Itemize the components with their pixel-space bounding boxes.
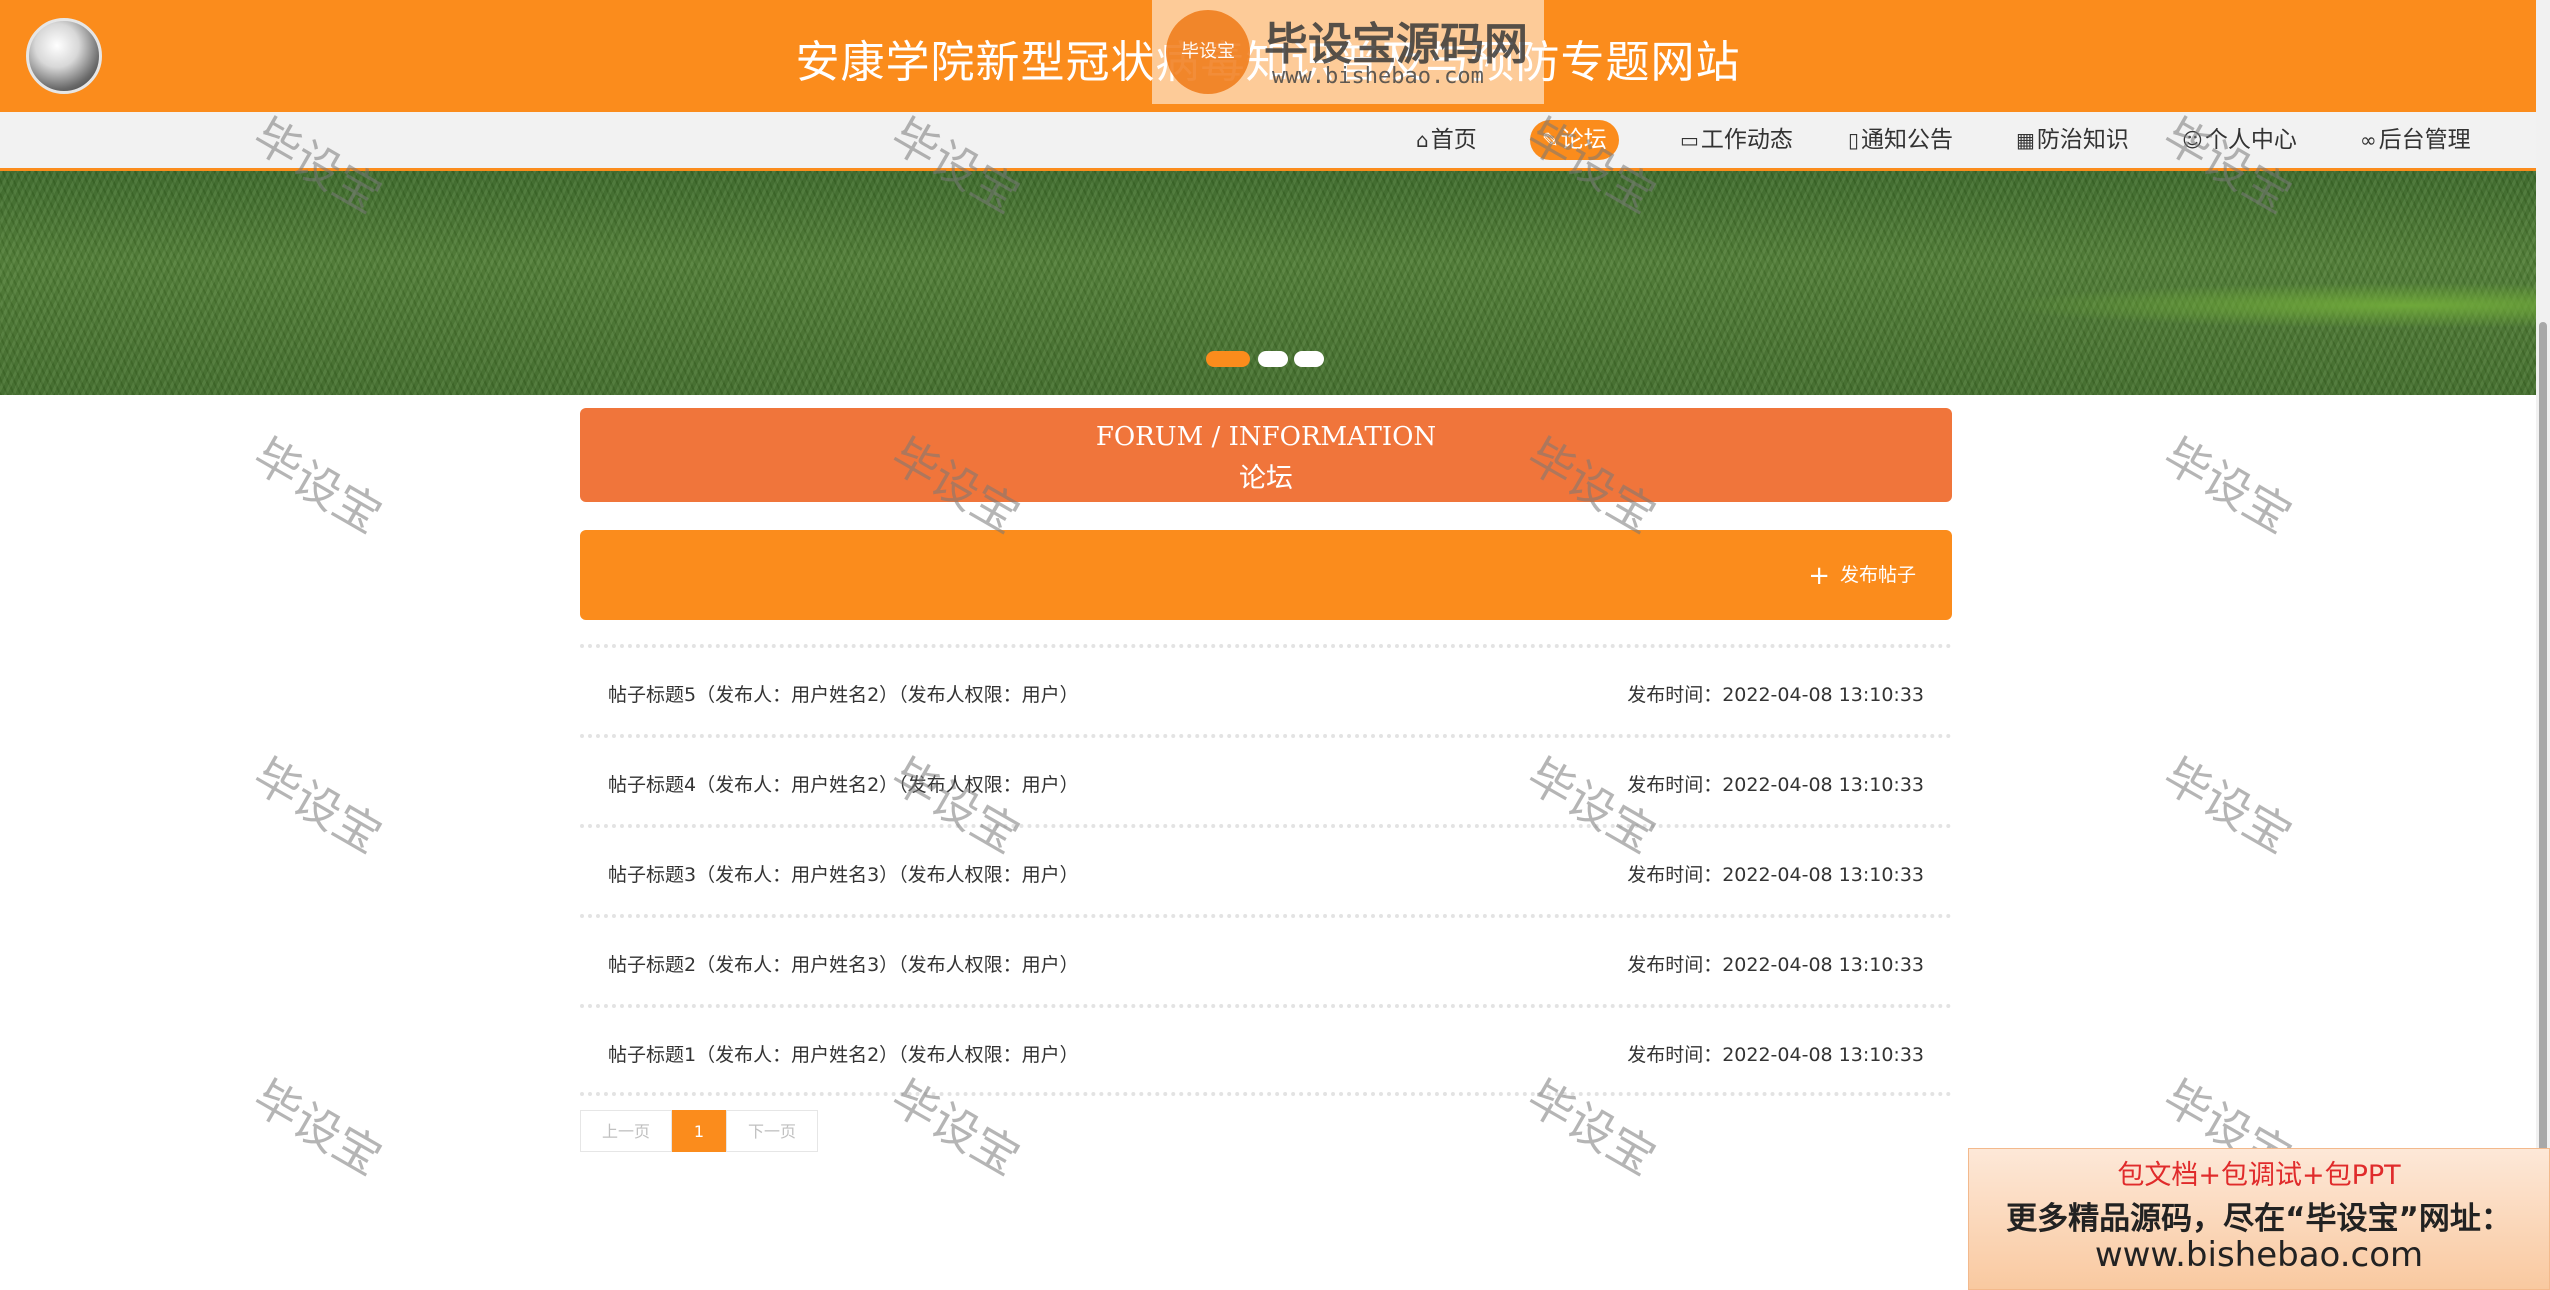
watermark-text: 毕设宝 bbox=[244, 747, 391, 864]
nav-item-admin[interactable]: ∞后台管理 bbox=[2348, 120, 2483, 160]
forum-icon: ✎ bbox=[1542, 128, 1559, 152]
nav-item-label: 个人中心 bbox=[2204, 127, 2297, 153]
post-time: 发布时间：2022-04-08 13:10:33 bbox=[1627, 774, 1924, 796]
post-time: 发布时间：2022-04-08 13:10:33 bbox=[1627, 954, 1924, 976]
publish-post-button[interactable]: + 发布帖子 bbox=[1808, 560, 1916, 591]
watermark-logo: 毕设宝 毕设宝源码网 www.bishebao.com bbox=[1152, 0, 1544, 104]
post-time: 发布时间：2022-04-08 13:10:33 bbox=[1627, 1044, 1924, 1066]
nav-item-profile[interactable]: ☺个人中心 bbox=[2170, 120, 2309, 160]
post-title[interactable]: 帖子标题3（发布人：用户姓名3）（发布人权限：用户） bbox=[608, 860, 1079, 887]
watermark-brand: 毕设宝源码网 bbox=[1264, 19, 1528, 70]
carousel-dot-1[interactable] bbox=[1206, 351, 1250, 367]
site-header: 安康学院新型冠状病毒知识普及与预防专题网站 毕设宝 毕设宝源码网 www.bis… bbox=[0, 0, 2536, 112]
post-list-item[interactable]: 帖子标题5（发布人：用户姓名2）（发布人权限：用户） 发布时间：2022-04-… bbox=[580, 644, 1952, 732]
nav-item-home[interactable]: ⌂首页 bbox=[1404, 120, 1489, 160]
home-icon: ⌂ bbox=[1416, 128, 1429, 152]
watermark-text: 毕设宝 bbox=[244, 427, 391, 544]
watermark-text: 毕设宝 bbox=[2154, 747, 2301, 864]
post-title[interactable]: 帖子标题4（发布人：用户姓名2）（发布人权限：用户） bbox=[608, 770, 1079, 797]
post-title[interactable]: 帖子标题1（发布人：用户姓名2）（发布人权限：用户） bbox=[608, 1040, 1079, 1067]
banner-carousel bbox=[0, 171, 2536, 395]
page-scrollbar[interactable] bbox=[2536, 0, 2550, 1290]
post-title[interactable]: 帖子标题2（发布人：用户姓名3）（发布人权限：用户） bbox=[608, 950, 1079, 977]
post-list-item[interactable]: 帖子标题3（发布人：用户姓名3）（发布人权限：用户） 发布时间：2022-04-… bbox=[580, 824, 1952, 912]
nav-item-forum[interactable]: ✎论坛 bbox=[1530, 120, 1619, 160]
link-icon: ∞ bbox=[2360, 128, 2377, 152]
main-nav: ⌂首页 ✎论坛 ▭工作动态 ▯通知公告 ▦防治知识 ☺个人中心 ∞后台管理 bbox=[0, 112, 2536, 171]
nav-item-prevention[interactable]: ▦防治知识 bbox=[2004, 120, 2141, 160]
watermark-url: www.bishebao.com bbox=[1272, 64, 1484, 89]
book-icon: ▭ bbox=[1680, 128, 1699, 152]
next-page-button[interactable]: 下一页 bbox=[726, 1110, 818, 1152]
post-time: 发布时间：2022-04-08 13:10:33 bbox=[1627, 684, 1924, 706]
scrollbar-thumb[interactable] bbox=[2539, 322, 2547, 1152]
carousel-dot-3[interactable] bbox=[1294, 351, 1324, 367]
plus-icon: + bbox=[1808, 561, 1830, 591]
publish-post-label: 发布帖子 bbox=[1839, 564, 1916, 586]
forum-action-bar: + 发布帖子 bbox=[580, 530, 1952, 620]
post-list-item[interactable]: 帖子标题2（发布人：用户姓名3）（发布人权限：用户） 发布时间：2022-04-… bbox=[580, 914, 1952, 1002]
page-1-button[interactable]: 1 bbox=[672, 1110, 726, 1152]
section-title-zh: 论坛 bbox=[1239, 463, 1293, 494]
carousel-dot-2[interactable] bbox=[1258, 351, 1288, 367]
nav-item-label: 工作动态 bbox=[1700, 127, 1793, 153]
promo-url[interactable]: www.bishebao.com bbox=[1969, 1235, 2549, 1275]
document-icon: ▯ bbox=[1848, 128, 1860, 152]
watermark-text: 毕设宝 bbox=[2154, 427, 2301, 544]
nav-item-label: 通知公告 bbox=[1861, 127, 1954, 153]
nav-item-label: 论坛 bbox=[1560, 127, 1607, 153]
nav-item-label: 后台管理 bbox=[2378, 127, 2471, 153]
watermark-badge: 毕设宝 bbox=[1166, 10, 1250, 94]
nav-item-work-news[interactable]: ▭工作动态 bbox=[1668, 120, 1805, 160]
post-list-item[interactable]: 帖子标题4（发布人：用户姓名2）（发布人权限：用户） 发布时间：2022-04-… bbox=[580, 734, 1952, 822]
post-time: 发布时间：2022-04-08 13:10:33 bbox=[1627, 864, 1924, 886]
promo-banner[interactable]: 包文档+包调试+包PPT 更多精品源码，尽在“毕设宝”网址： www.bishe… bbox=[1968, 1148, 2550, 1290]
nav-item-notices[interactable]: ▯通知公告 bbox=[1836, 120, 1965, 160]
section-title-en: FORUM / INFORMATION bbox=[1095, 422, 1437, 452]
prev-page-button[interactable]: 上一页 bbox=[580, 1110, 672, 1152]
user-icon: ☺ bbox=[2182, 128, 2203, 152]
promo-line-2: 更多精品源码，尽在“毕设宝”网址： bbox=[2006, 1201, 2512, 1237]
watermark-text: 毕设宝 bbox=[244, 1069, 391, 1186]
nav-item-label: 防治知识 bbox=[2036, 127, 2129, 153]
grid-icon: ▦ bbox=[2016, 128, 2035, 152]
promo-line-1: 包文档+包调试+包PPT bbox=[2117, 1160, 2401, 1191]
nav-item-label: 首页 bbox=[1430, 127, 1477, 153]
post-list-item[interactable]: 帖子标题1（发布人：用户姓名2）（发布人权限：用户） 发布时间：2022-04-… bbox=[580, 1004, 1952, 1092]
post-list-divider bbox=[580, 1092, 1952, 1096]
post-title[interactable]: 帖子标题5（发布人：用户姓名2）（发布人权限：用户） bbox=[608, 680, 1079, 707]
section-header: FORUM / INFORMATION 论坛 bbox=[580, 408, 1952, 502]
